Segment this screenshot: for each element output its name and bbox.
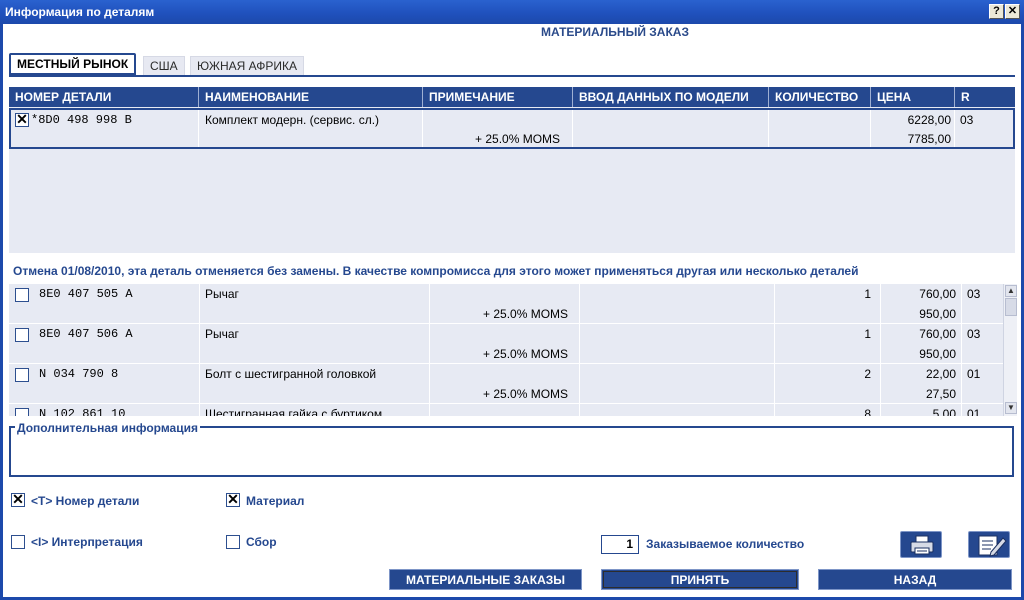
part-price-vat: 27,50 (925, 387, 956, 401)
cell-note (430, 404, 580, 416)
material-option-label: Материал (246, 494, 305, 508)
assembly-option-label: Сбор (246, 535, 277, 549)
edit-notes-icon (978, 535, 1007, 557)
part-price: 22,00 (925, 367, 956, 381)
row-checkbox[interactable] (15, 368, 29, 382)
part-r-code: 01 (967, 407, 981, 416)
table-row-selected[interactable]: ✕ *8D0 498 998 B Комплект модерн. (серви… (9, 108, 1015, 149)
col-name[interactable]: НАИМЕНОВАНИЕ (199, 87, 423, 107)
accept-button[interactable]: ПРИНЯТЬ (601, 569, 799, 590)
part-quantity: 2 (864, 367, 871, 381)
scroll-thumb[interactable] (1005, 298, 1017, 316)
part-price: 6228,00 (907, 113, 951, 127)
part-name: Комплект модерн. (сервис. сл.) (205, 113, 380, 127)
part-number-option-label: <T> Номер детали (31, 494, 140, 508)
window-title: Информация по деталям (5, 5, 155, 19)
part-r-code: 03 (960, 113, 974, 127)
divider (954, 110, 955, 147)
close-button[interactable]: ✕ (1005, 4, 1020, 19)
part-price: 760,00 (919, 287, 956, 301)
print-button[interactable] (900, 531, 942, 558)
part-number: 8E0 407 505 A (39, 287, 133, 301)
part-number: *8D0 498 998 B (31, 113, 132, 127)
help-button[interactable]: ? (989, 4, 1004, 19)
part-name: Рычаг (205, 327, 239, 341)
printer-icon (910, 535, 934, 555)
list-scrollbar[interactable]: ▲ ▼ (1003, 284, 1017, 416)
cell-model (580, 284, 775, 324)
divider (870, 110, 871, 147)
part-number-checkbox[interactable]: ✕ (11, 492, 25, 507)
row-checkbox[interactable] (15, 288, 29, 302)
col-price[interactable]: ЦЕНА (871, 87, 955, 107)
col-r[interactable]: R (955, 87, 1015, 107)
part-r-code: 03 (967, 327, 981, 341)
divider (572, 110, 573, 147)
window-title-bar: Информация по деталям ? ✕ (0, 0, 1024, 24)
part-r-code: 03 (967, 287, 981, 301)
list-item[interactable]: N 034 790 8 Болт с шестигранной головкой… (9, 364, 1003, 404)
row-checkbox[interactable] (15, 328, 29, 342)
part-price-vat: 7785,00 (907, 132, 951, 146)
interpretation-checkbox[interactable] (11, 535, 25, 549)
scroll-down-icon[interactable]: ▼ (1005, 402, 1017, 414)
list-item[interactable]: N 102 861 10 Шестигранная гайка с буртик… (9, 404, 1003, 416)
order-quantity-input[interactable]: 1 (601, 535, 639, 554)
interpretation-option-label: <I> Интерпретация (31, 535, 143, 549)
cell-model (580, 404, 775, 416)
part-number: N 102 861 10 (39, 407, 126, 416)
list-item[interactable]: 8E0 407 505 A Рычаг + 25.0% MOMS 1 760,0… (9, 284, 1003, 324)
scroll-up-icon[interactable]: ▲ (1005, 285, 1017, 297)
order-quantity-label: Заказываемое количество (646, 537, 805, 551)
col-part-number[interactable]: НОМЕР ДЕТАЛИ (9, 87, 199, 107)
part-number: 8E0 407 506 A (39, 327, 133, 341)
divider (422, 110, 423, 147)
col-model-data[interactable]: ВВОД ДАННЫХ ПО МОДЕЛИ (573, 87, 769, 107)
part-number: N 034 790 8 (39, 367, 119, 381)
part-note: + 25.0% MOMS (475, 132, 561, 146)
additional-info-label: Дополнительная информация (15, 421, 200, 435)
part-price: 760,00 (919, 327, 956, 341)
tab-south-africa[interactable]: ЮЖНАЯ АФРИКА (190, 56, 304, 76)
cancellation-note: Отмена 01/08/2010, эта деталь отменяется… (13, 264, 859, 278)
divider (198, 110, 199, 147)
part-name: Рычаг (205, 287, 239, 301)
table-header: НОМЕР ДЕТАЛИ НАИМЕНОВАНИЕ ПРИМЕЧАНИЕ ВВО… (9, 87, 1015, 107)
col-quantity[interactable]: КОЛИЧЕСТВО (769, 87, 871, 107)
part-quantity: 1 (864, 327, 871, 341)
col-note[interactable]: ПРИМЕЧАНИЕ (423, 87, 573, 107)
back-button[interactable]: НАЗАД (818, 569, 1012, 590)
part-price: 5,00 (932, 407, 956, 416)
row-checkbox[interactable]: ✕ (15, 112, 29, 127)
part-name: Шестигранная гайка с буртиком (205, 407, 383, 416)
part-note: + 25.0% MOMS (483, 387, 569, 401)
part-price-vat: 950,00 (919, 347, 956, 361)
part-quantity: 1 (864, 287, 871, 301)
tab-usa[interactable]: США (143, 56, 185, 76)
tab-local-market[interactable]: МЕСТНЫЙ РЫНОК (9, 53, 137, 75)
material-orders-button[interactable]: МАТЕРИАЛЬНЫЕ ЗАКАЗЫ (389, 569, 582, 590)
cell-model (580, 364, 775, 404)
assembly-checkbox[interactable] (226, 535, 240, 549)
part-note: + 25.0% MOMS (483, 347, 569, 361)
list-item[interactable]: 8E0 407 506 A Рычаг + 25.0% MOMS 1 760,0… (9, 324, 1003, 364)
part-name: Болт с шестигранной головкой (205, 367, 377, 381)
cell-model (580, 324, 775, 364)
part-quantity: 8 (864, 407, 871, 416)
edit-button[interactable] (968, 531, 1010, 558)
part-price-vat: 950,00 (919, 307, 956, 321)
material-checkbox[interactable]: ✕ (226, 492, 240, 507)
part-r-code: 01 (967, 367, 981, 381)
page-title: МАТЕРИАЛЬНЫЙ ЗАКАЗ (541, 25, 689, 39)
row-checkbox[interactable] (15, 408, 29, 416)
divider (768, 110, 769, 147)
part-note: + 25.0% MOMS (483, 307, 569, 321)
alternatives-list: 8E0 407 505 A Рычаг + 25.0% MOMS 1 760,0… (9, 284, 1003, 416)
tab-underline (9, 75, 1015, 77)
